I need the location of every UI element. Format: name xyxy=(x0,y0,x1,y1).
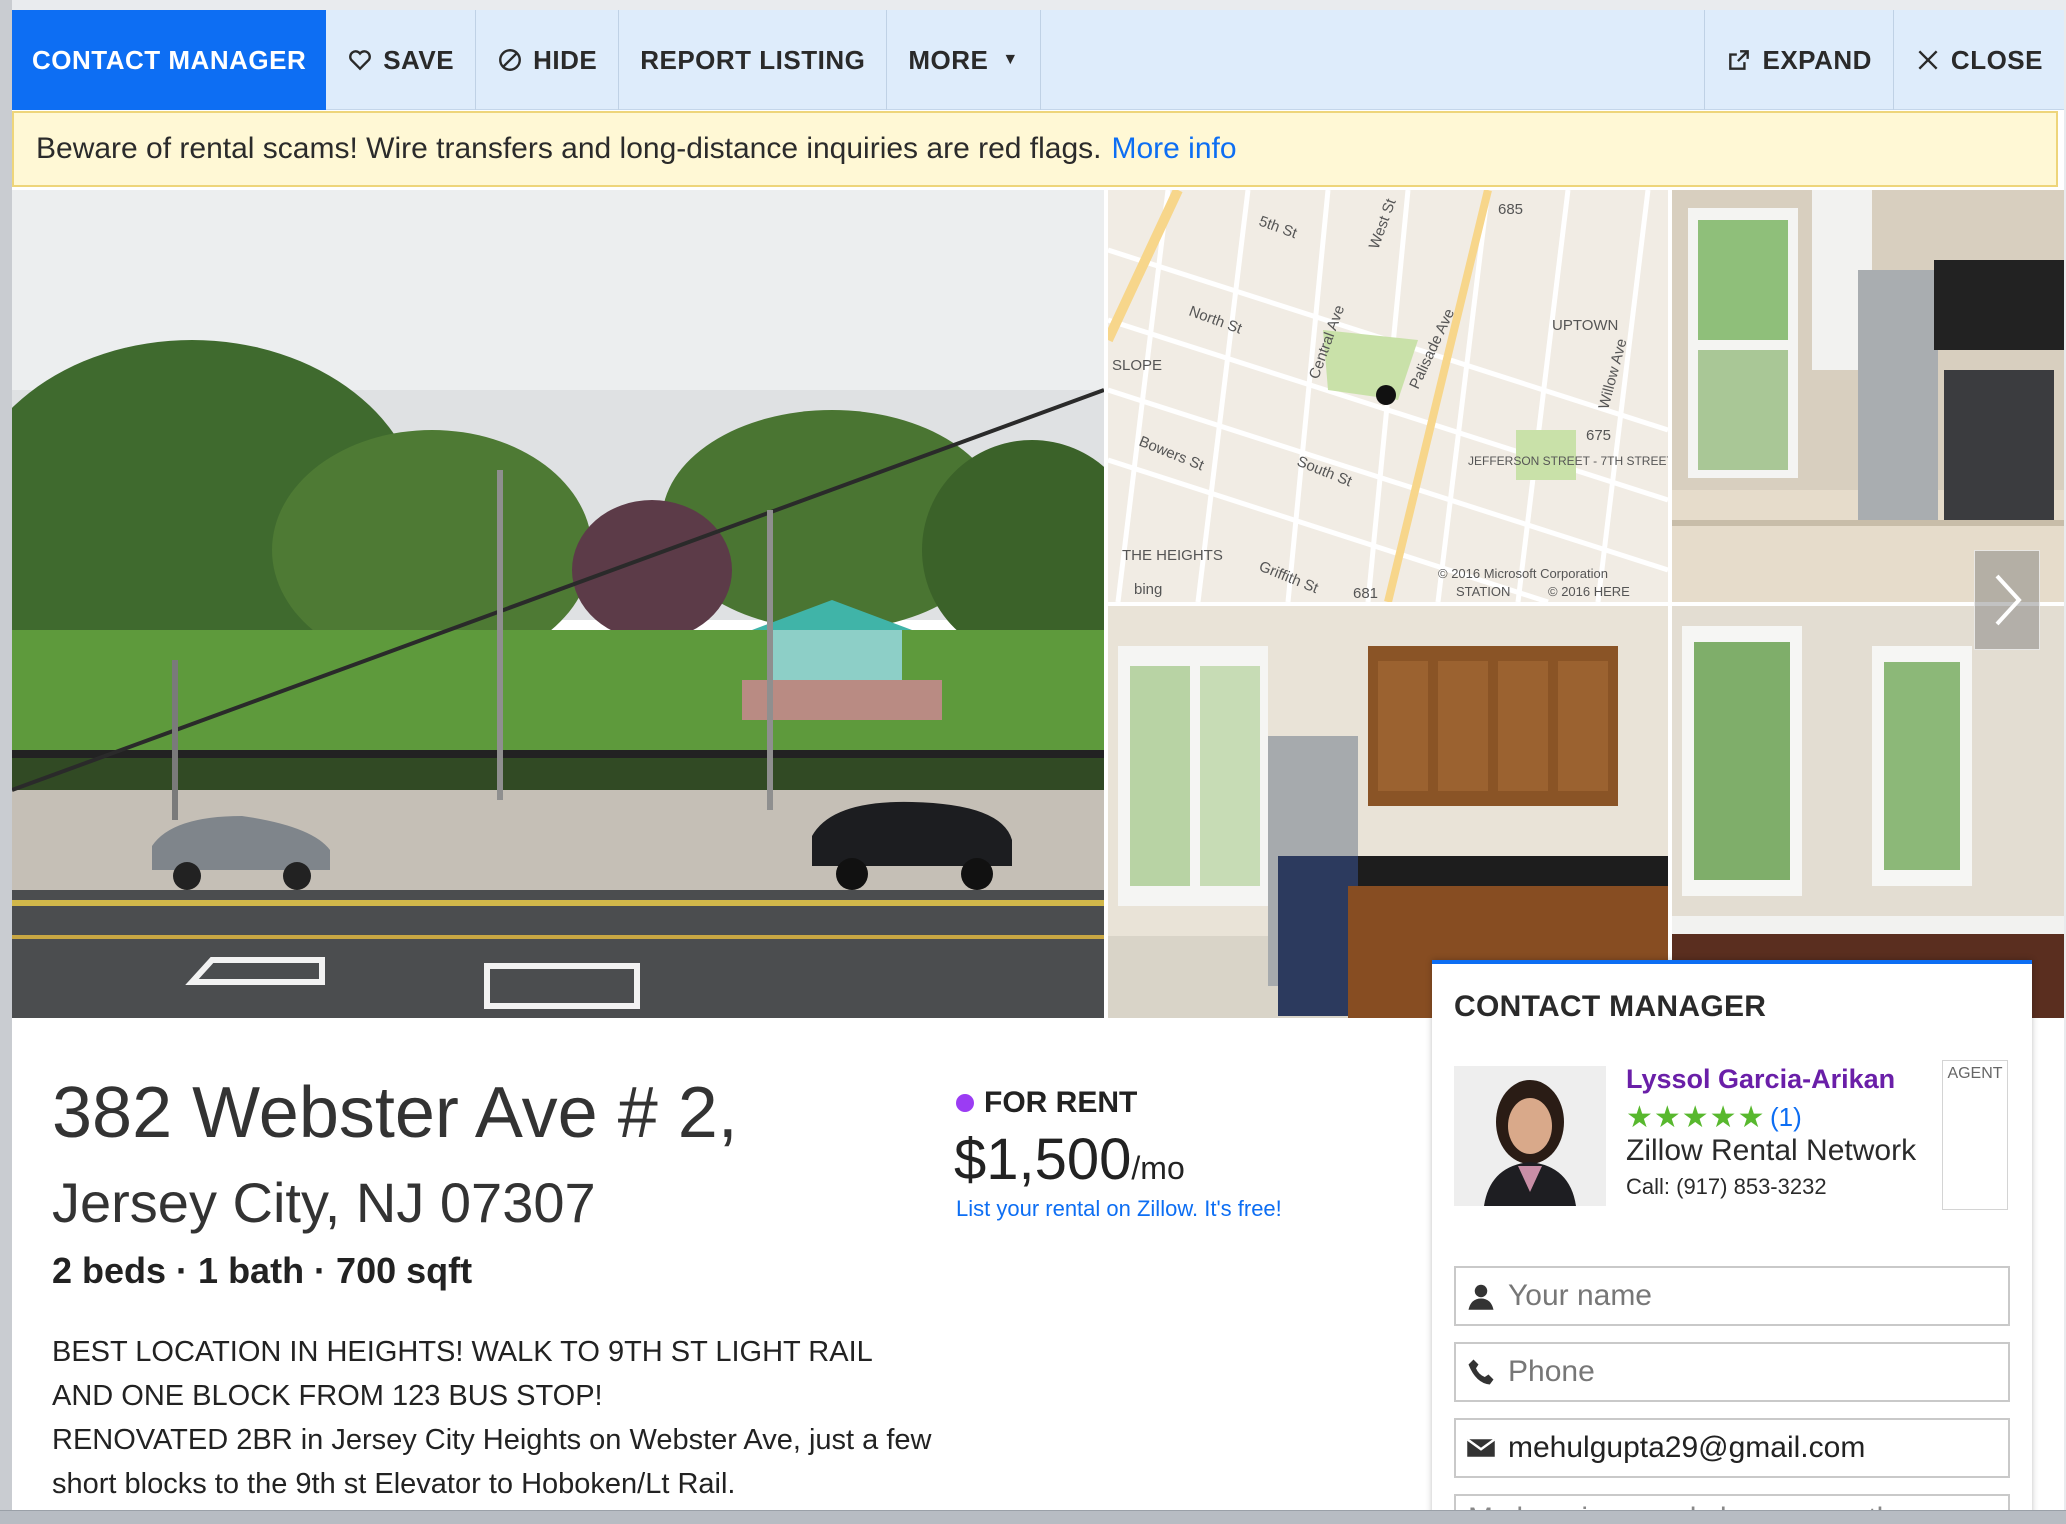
map-copyright-here: © 2016 HERE xyxy=(1548,584,1630,599)
listing-toolbar: CONTACT MANAGER SAVE HIDE REPORT LISTING… xyxy=(12,10,2064,110)
expand-button[interactable]: EXPAND xyxy=(1704,10,1894,110)
page: CONTACT MANAGER SAVE HIDE REPORT LISTING… xyxy=(0,0,2066,1524)
address-city: Jersey City, NJ 07307 xyxy=(52,1171,596,1234)
hide-icon xyxy=(499,49,522,71)
agent-name[interactable]: Lyssol Garcia-Arikan xyxy=(1626,1064,1895,1095)
map-label-675: 675 xyxy=(1586,427,1611,444)
agent-badge: AGENT xyxy=(1942,1060,2008,1210)
message-field[interactable]: My housing needs have recently xyxy=(1454,1494,2010,1510)
more-info-link[interactable]: More info xyxy=(1111,132,1236,166)
name-field[interactable] xyxy=(1454,1266,2010,1326)
contact-card-title: CONTACT MANAGER xyxy=(1454,990,1767,1023)
agent-phone: Call: (917) 853-3232 xyxy=(1626,1174,1827,1199)
map-label-685: 685 xyxy=(1498,201,1523,218)
hide-label: HIDE xyxy=(533,44,598,75)
location-map[interactable]: 5th St West St 685 North St SLOPE Centra… xyxy=(1108,190,1668,602)
os-dock xyxy=(0,1510,2066,1524)
agent-rating-stars: ★★★★★ xyxy=(1626,1101,1766,1134)
map-label-uptown: UPTOWN xyxy=(1552,317,1618,334)
person-icon xyxy=(1468,1284,1494,1310)
email-field[interactable] xyxy=(1454,1418,2010,1478)
description-paragraph: RENOVATED 2BR in Jersey City Heights on … xyxy=(52,1424,932,1500)
price-amount: $1,500 xyxy=(954,1127,1132,1192)
contact-manager-label: CONTACT MANAGER xyxy=(32,44,307,75)
listing-modal: CONTACT MANAGER SAVE HIDE REPORT LISTING… xyxy=(12,10,2064,1510)
status-label: FOR RENT xyxy=(984,1086,1138,1119)
listing-description: BEST LOCATION IN HEIGHTS! WALK TO 9TH ST… xyxy=(52,1330,932,1506)
main-photo-park-street[interactable] xyxy=(12,190,1104,1018)
message-text: My housing needs have recently xyxy=(1468,1502,1898,1510)
agent-avatar[interactable] xyxy=(1454,1066,1606,1206)
chevron-right-icon xyxy=(1995,574,2022,626)
scam-warning-text: Beware of rental scams! Wire transfers a… xyxy=(36,132,1102,165)
background-window-edge xyxy=(0,0,12,1524)
photo-empty-room[interactable] xyxy=(1672,606,2064,1018)
agent-company: Zillow Rental Network xyxy=(1626,1134,1917,1167)
listing-facts: 2 beds · 1 bath · 700 sqft xyxy=(52,1250,473,1291)
email-input[interactable] xyxy=(1508,1431,1988,1465)
report-listing-label: REPORT LISTING xyxy=(640,44,866,75)
more-menu-button[interactable]: MORE ▼ xyxy=(887,10,1041,110)
report-listing-button[interactable]: REPORT LISTING xyxy=(619,10,888,110)
caret-down-icon: ▼ xyxy=(1002,51,1019,68)
bing-logo: bing xyxy=(1134,581,1162,598)
external-link-icon xyxy=(1729,50,1750,70)
map-label-station: STATION xyxy=(1456,584,1510,599)
map-label-jefferson: JEFFERSON STREET - 7TH STREET xyxy=(1468,454,1668,468)
phone-field[interactable] xyxy=(1454,1342,2010,1402)
price-unit: /mo xyxy=(1131,1150,1185,1186)
list-rental-link[interactable]: List your rental on Zillow. It's free! xyxy=(956,1196,1282,1222)
description-paragraph: BEST LOCATION IN HEIGHTS! WALK TO 9TH ST… xyxy=(52,1336,872,1412)
close-icon xyxy=(1918,50,1938,70)
agent-review-count[interactable]: (1) xyxy=(1770,1102,1802,1133)
photo-fridge-window[interactable] xyxy=(1672,190,2064,602)
photo-gallery: 5th St West St 685 North St SLOPE Centra… xyxy=(12,190,2064,1018)
heart-icon xyxy=(349,50,372,71)
save-label: SAVE xyxy=(383,44,455,75)
envelope-icon xyxy=(1466,1438,1496,1457)
map-copyright-microsoft: © 2016 Microsoft Corporation xyxy=(1438,566,1608,581)
phone-input[interactable] xyxy=(1508,1355,1988,1389)
next-photo-button[interactable] xyxy=(1974,550,2040,650)
more-label: MORE xyxy=(908,44,989,75)
status-dot-icon xyxy=(956,1094,974,1112)
name-input[interactable] xyxy=(1508,1279,1988,1313)
hide-button[interactable]: HIDE xyxy=(476,10,620,110)
save-button[interactable]: SAVE xyxy=(326,10,477,110)
address-street: 382 Webster Ave # 2, xyxy=(52,1073,738,1153)
listing-price: $1,500/mo xyxy=(954,1126,1185,1193)
photo-kitchen-cabinets[interactable] xyxy=(1108,606,1668,1018)
close-label: CLOSE xyxy=(1950,44,2043,75)
map-label-681: 681 xyxy=(1353,585,1378,602)
map-label-slope: SLOPE xyxy=(1112,357,1162,374)
phone-icon xyxy=(1468,1359,1494,1385)
contact-manager-card: CONTACT MANAGER Lyssol Garcia-Arikan ★★★… xyxy=(1432,960,2032,1510)
close-button[interactable]: CLOSE xyxy=(1894,10,2064,110)
scam-warning-banner: Beware of rental scams! Wire transfers a… xyxy=(12,111,2058,187)
contact-manager-button[interactable]: CONTACT MANAGER xyxy=(12,10,327,110)
expand-label: EXPAND xyxy=(1762,44,1872,75)
listing-status: FOR RENT xyxy=(956,1086,1137,1120)
map-label-the-heights: THE HEIGHTS xyxy=(1122,547,1223,564)
